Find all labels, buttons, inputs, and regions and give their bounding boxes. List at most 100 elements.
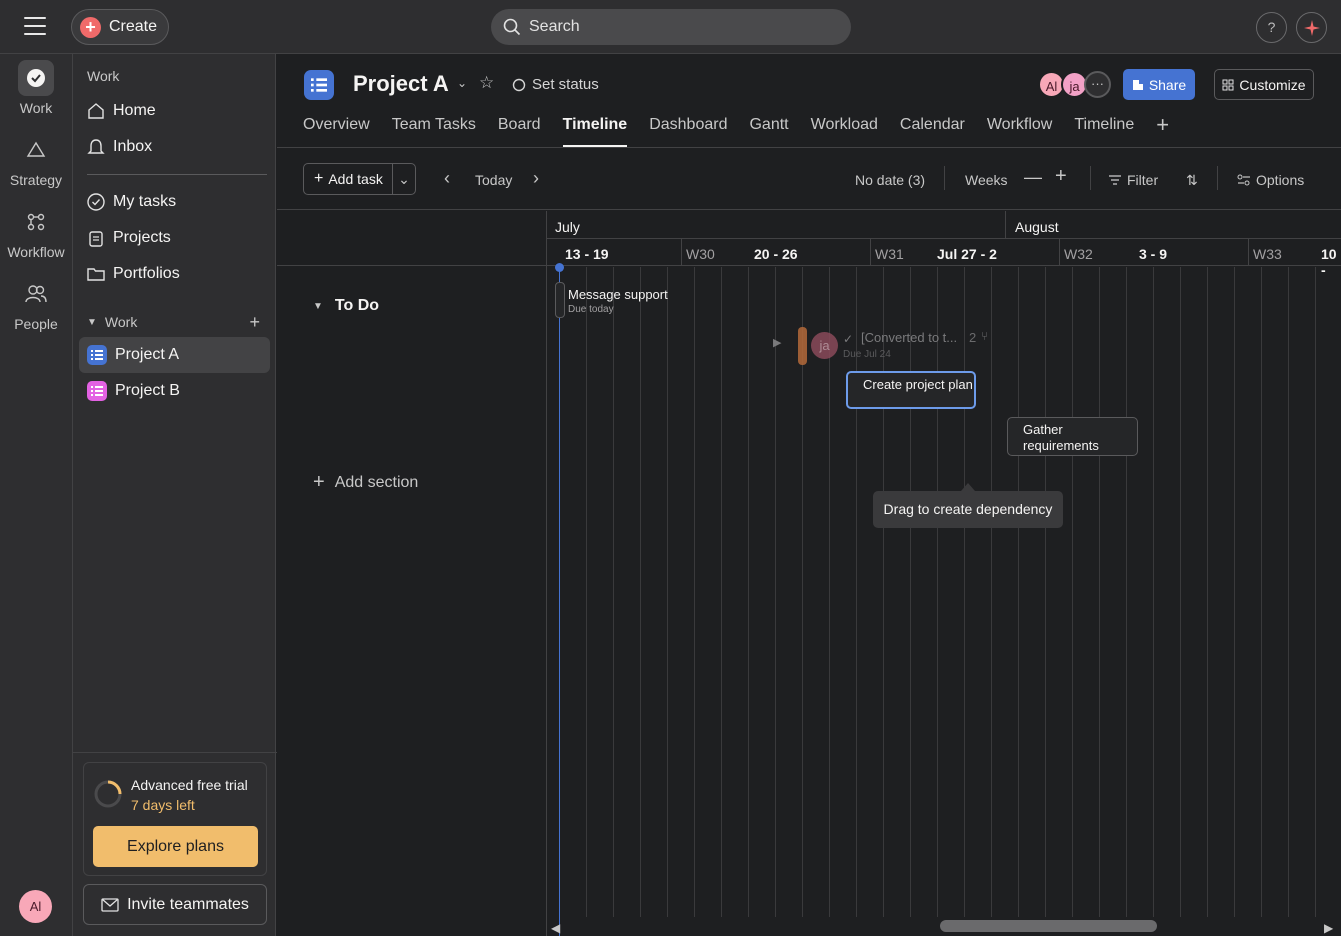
set-status-button[interactable]: Set status (512, 76, 599, 93)
timeline-toolbar: + Add task ⌄ ‹ Today › No date (3) Weeks… (277, 148, 1341, 210)
day-gridline (964, 267, 965, 917)
day-gridline (1234, 267, 1235, 917)
sort-icon[interactable]: ⇅ (1186, 172, 1198, 189)
zoom-out-icon[interactable]: — (1024, 167, 1042, 188)
main-content: Project A ⌄ ☆ Set status Al ja ··· Share… (277, 54, 1341, 936)
create-button[interactable]: + Create (71, 9, 169, 45)
day-gridline (1072, 267, 1073, 917)
status-circle-icon (512, 78, 526, 91)
task-bar-handle[interactable] (555, 282, 565, 318)
chevron-down-icon[interactable]: ⌄ (393, 171, 415, 188)
scroll-left-icon[interactable]: ◀ (551, 921, 560, 935)
tab-timeline-2[interactable]: Timeline (1074, 116, 1134, 147)
tab-workflow[interactable]: Workflow (987, 116, 1053, 147)
trial-panel: Advanced free trial 7 days left Explore … (83, 762, 267, 876)
add-task-main[interactable]: + Add task (304, 164, 393, 194)
bell-icon (87, 139, 105, 154)
tab-calendar[interactable]: Calendar (900, 116, 965, 147)
sidebar-item-home[interactable]: Home (79, 93, 270, 129)
triangle-icon (18, 132, 54, 168)
tab-workload[interactable]: Workload (811, 116, 878, 147)
rail-item-strategy[interactable]: Strategy (0, 132, 72, 188)
task-bar[interactable] (798, 327, 807, 365)
search-input[interactable]: Search (491, 9, 851, 45)
sidebar-item-label: My tasks (113, 193, 177, 210)
menu-icon[interactable] (24, 17, 46, 35)
timeline-grid[interactable]: July August 13 - 19 W30 20 - 26 W31 Jul … (547, 211, 1341, 936)
add-section-button[interactable]: + Add section (313, 471, 418, 494)
chevron-right-icon[interactable]: › (533, 168, 539, 189)
scroll-right-icon[interactable]: ▶ (1324, 921, 1333, 935)
day-gridline (829, 267, 830, 917)
month-label: July (555, 219, 580, 235)
avatar[interactable]: ja (811, 332, 838, 359)
chevron-down-icon[interactable]: ⌄ (457, 76, 467, 90)
filter-icon (1109, 175, 1121, 185)
workflow-icon (18, 204, 54, 240)
tab-timeline[interactable]: Timeline (562, 116, 627, 147)
task-card[interactable]: Create project plan (846, 371, 976, 409)
day-gridline (937, 267, 938, 917)
tab-gantt[interactable]: Gantt (749, 116, 788, 147)
rail-item-people[interactable]: People (0, 276, 72, 332)
sidebar-section-work[interactable]: ▼ Work + (79, 304, 270, 340)
people-icon (18, 276, 54, 312)
sidebar-item-my-tasks[interactable]: My tasks (79, 184, 270, 220)
section-title: To Do (334, 297, 380, 314)
sidebar-item-inbox[interactable]: Inbox (79, 129, 270, 165)
task-card[interactable]: Gather requirements (1007, 417, 1138, 456)
tab-overview[interactable]: Overview (303, 116, 370, 147)
explore-plans-button[interactable]: Explore plans (93, 826, 258, 867)
sidebar-item-project-b[interactable]: Project B (79, 373, 270, 409)
expand-caret-icon[interactable]: ▶ (773, 336, 781, 349)
week-label: W32 (1064, 246, 1093, 262)
task-title[interactable]: [Converted to t... (861, 330, 957, 345)
filter-button[interactable]: Filter (1108, 172, 1158, 188)
horizontal-scrollbar-thumb[interactable] (940, 920, 1157, 932)
trial-title: Advanced free trial (131, 777, 248, 793)
more-members-icon[interactable]: ··· (1084, 71, 1111, 98)
page-title[interactable]: Project A (353, 71, 449, 97)
add-section-label: Add section (334, 473, 419, 491)
mail-icon (101, 897, 119, 912)
help-button[interactable]: ? (1256, 12, 1287, 43)
star-icon[interactable]: ☆ (479, 73, 494, 93)
dependency-tooltip: Drag to create dependency (873, 491, 1063, 528)
no-date-button[interactable]: No date (3) (855, 172, 925, 188)
options-icon (1237, 174, 1250, 186)
add-tab-icon[interactable]: + (1156, 114, 1169, 147)
customize-button[interactable]: Customize (1214, 69, 1314, 100)
today-button[interactable]: Today (475, 172, 512, 188)
add-task-button[interactable]: + Add task ⌄ (303, 163, 416, 195)
check-icon[interactable]: ✓ (843, 332, 853, 346)
chevron-left-icon[interactable]: ‹ (444, 168, 450, 189)
task-title[interactable]: Message support (568, 287, 668, 302)
week-label: W33 (1253, 246, 1282, 262)
invite-teammates-button[interactable]: Invite teammates (83, 884, 267, 925)
share-button[interactable]: Share (1123, 69, 1195, 100)
tooltip-arrow (961, 483, 975, 491)
tab-dashboard[interactable]: Dashboard (649, 116, 727, 147)
options-button[interactable]: Options (1237, 172, 1304, 188)
weeks-dropdown[interactable]: Weeks (965, 172, 1008, 188)
folder-icon (87, 268, 105, 281)
month-divider (1005, 211, 1006, 238)
zoom-in-icon[interactable]: + (1055, 165, 1067, 188)
tab-team-tasks[interactable]: Team Tasks (392, 116, 476, 147)
user-avatar[interactable]: Al (19, 890, 52, 923)
ai-sparkle-button[interactable] (1296, 12, 1327, 43)
rail-item-work[interactable]: Work (0, 60, 72, 116)
share-label: Share (1148, 76, 1187, 93)
tab-board[interactable]: Board (498, 116, 541, 147)
rail-item-workflow[interactable]: Workflow (0, 204, 72, 260)
section-header-todo[interactable]: ▼ To Do (313, 297, 379, 315)
sidebar-item-projects[interactable]: Projects (79, 220, 270, 256)
project-list-icon (304, 70, 334, 100)
sidebar-item-project-a[interactable]: Project A (79, 337, 270, 373)
day-gridline (748, 267, 749, 917)
sidebar-item-portfolios[interactable]: Portfolios (79, 256, 270, 292)
filter-label: Filter (1127, 172, 1159, 188)
subtask-count: 2 (969, 330, 977, 345)
caret-down-icon[interactable]: ▼ (313, 301, 323, 312)
add-project-icon[interactable]: + (249, 312, 260, 333)
